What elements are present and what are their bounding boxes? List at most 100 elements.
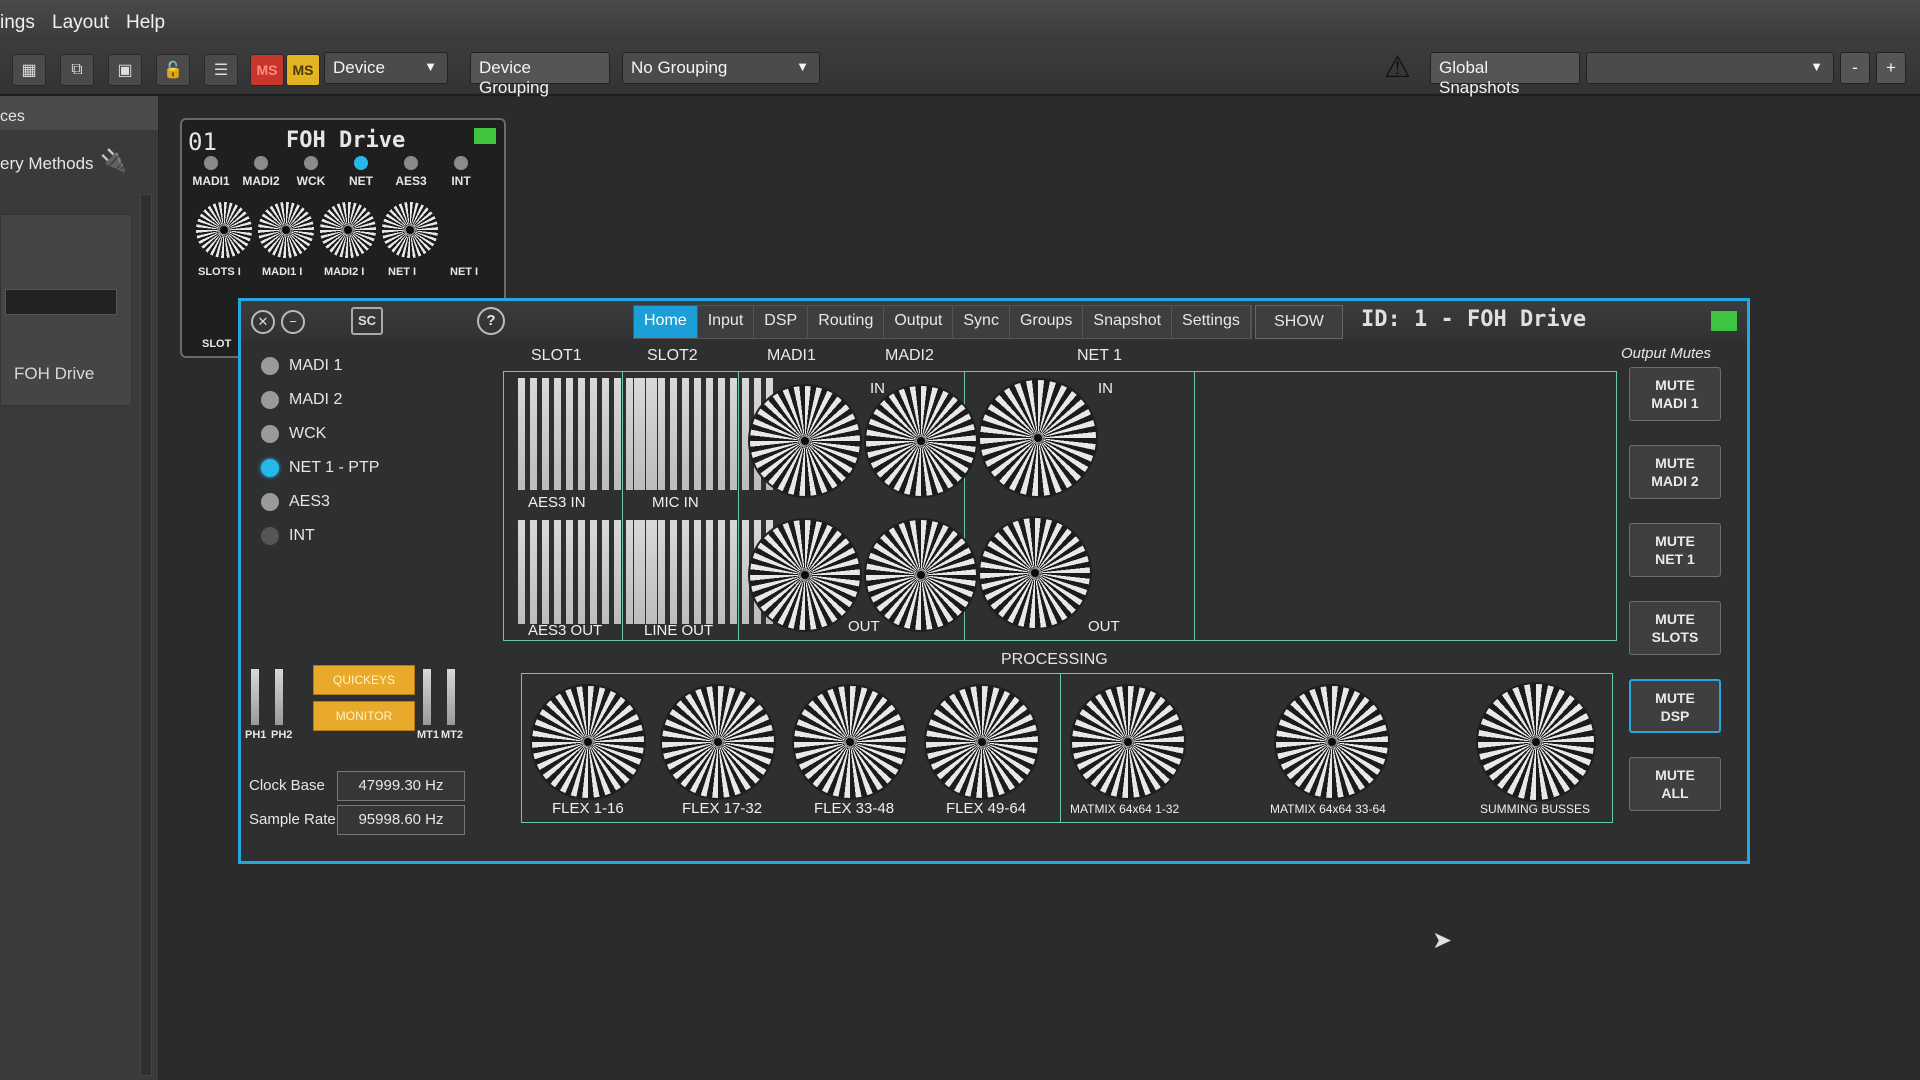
help-icon[interactable]: ?	[477, 307, 505, 335]
close-icon[interactable]: ✕	[251, 310, 275, 334]
ms-yellow-button[interactable]: MS	[286, 54, 320, 86]
list-icon[interactable]: ☰	[204, 54, 238, 86]
device-dropdown[interactable]: Device ▼	[324, 52, 448, 84]
processing-label: FLEX 17-32	[682, 800, 763, 817]
quickeys-button[interactable]: QUICKEYS	[313, 665, 415, 695]
madi1-out-meter[interactable]	[750, 520, 860, 630]
tab-home[interactable]: Home	[634, 306, 698, 338]
meter-bar	[554, 520, 561, 624]
sync-source-item[interactable]: AES3	[261, 493, 330, 511]
tab-dsp[interactable]: DSP	[754, 306, 809, 338]
global-snapshots-button[interactable]: Global Snapshots	[1430, 52, 1580, 97]
sc-button[interactable]: SC	[351, 307, 383, 335]
minimize-icon[interactable]: −	[281, 310, 305, 334]
processing-title: PROCESSING	[1001, 651, 1108, 668]
madi1-in-meter[interactable]	[750, 386, 860, 496]
radio-indicator	[261, 459, 279, 477]
meter-bar	[682, 520, 689, 624]
mute-button-line2: DSP	[1660, 708, 1690, 724]
save-icon[interactable]: ▣	[108, 54, 142, 86]
radio-indicator	[261, 527, 279, 545]
meter-bar	[530, 378, 537, 490]
flex-17-32-meter[interactable]	[662, 686, 774, 798]
meter-bar	[718, 520, 725, 624]
lock-icon[interactable]: 🔓	[156, 54, 190, 86]
output-mutes-title: Output Mutes	[1621, 345, 1712, 362]
meter-label: PH1	[245, 729, 267, 741]
madi2-out-meter[interactable]	[866, 520, 976, 630]
ms-red-button[interactable]: MS	[250, 54, 284, 86]
flex-49-64-meter[interactable]	[926, 686, 1038, 798]
clock-base-label: Clock Base	[249, 777, 325, 794]
snapshot-remove-button[interactable]: -	[1840, 52, 1870, 84]
mini-source-madi2: MADI2	[238, 156, 284, 188]
network-icon[interactable]: ⧉	[60, 54, 94, 86]
matmix-33-64-meter[interactable]	[1276, 686, 1388, 798]
tab-settings[interactable]: Settings	[1172, 306, 1251, 338]
tab-snapshot[interactable]: Snapshot	[1083, 306, 1173, 338]
net1-in-meter[interactable]	[980, 380, 1096, 496]
matmix-1-32-meter[interactable]	[1072, 686, 1184, 798]
snapshot-dropdown[interactable]: ▼	[1586, 52, 1834, 84]
column-header-slot2: SLOT2	[647, 347, 698, 364]
grid-view-icon[interactable]: ▦	[12, 54, 46, 86]
flex-1-16-meter[interactable]	[532, 686, 644, 798]
monitor-button[interactable]: MONITOR	[313, 701, 415, 731]
sync-source-item[interactable]: INT	[261, 527, 315, 545]
mini-meter-madi1	[258, 202, 314, 258]
meter-bar	[730, 520, 737, 624]
madi-in-label: IN	[870, 380, 885, 397]
sync-source-item[interactable]: NET 1 - PTP	[261, 459, 379, 477]
mute-net-1-button[interactable]: MUTE NET 1	[1629, 523, 1721, 577]
mute-all-button[interactable]: MUTE ALL	[1629, 757, 1721, 811]
menu-settings[interactable]: ings	[0, 12, 35, 34]
mt2-meter	[447, 669, 455, 725]
plug-icon[interactable]: 🔌	[100, 148, 127, 174]
menu-help[interactable]: Help	[126, 12, 165, 34]
tab-groups[interactable]: Groups	[1010, 306, 1084, 338]
tab-routing[interactable]: Routing	[808, 306, 885, 338]
meter-bar	[578, 520, 585, 624]
sync-source-item[interactable]: WCK	[261, 425, 326, 443]
processing-label: FLEX 49-64	[946, 800, 1027, 817]
sample-rate-value: 95998.60 Hz	[337, 805, 465, 835]
processing-label: MATMIX 64x64 1-32	[1070, 802, 1180, 816]
sync-source-item[interactable]: MADI 1	[261, 357, 342, 375]
meter-label: PH2	[271, 729, 293, 741]
radio-indicator	[261, 493, 279, 511]
mute-madi-2-button[interactable]: MUTE MADI 2	[1629, 445, 1721, 499]
meter-bar	[670, 520, 677, 624]
discovery-methods-label[interactable]: ery Methods	[0, 154, 94, 174]
mini-knob-label: MADI2 I	[324, 266, 365, 278]
meter-bar	[658, 520, 665, 624]
net1-out-meter[interactable]	[980, 518, 1090, 628]
mute-button-line2: NET 1	[1655, 551, 1695, 567]
mute-slots-button[interactable]: MUTE SLOTS	[1629, 601, 1721, 655]
mute-madi-1-button[interactable]: MUTE MADI 1	[1629, 367, 1721, 421]
menu-bar: ings Layout Help	[0, 0, 1920, 45]
sidebar-scrollbar[interactable]	[140, 194, 152, 1076]
device-grouping-button[interactable]: Device Grouping	[470, 52, 610, 97]
mute-button-line1: MUTE	[1655, 533, 1695, 549]
meter-bar	[634, 378, 641, 490]
summing-busses-meter[interactable]	[1478, 684, 1594, 800]
sync-source-label: AES3	[289, 493, 330, 510]
column-header-madi1: MADI1	[767, 347, 816, 364]
processing-grid: FLEX 1-16 FLEX 17-32 FLEX 33-48 FLEX 49-…	[521, 673, 1613, 823]
device-card-title: FOH Drive	[286, 128, 406, 153]
tab-input[interactable]: Input	[698, 306, 755, 338]
sidebar-header: ces	[0, 96, 158, 130]
menu-layout[interactable]: Layout	[52, 12, 109, 34]
grouping-dropdown[interactable]: No Grouping ▼	[622, 52, 820, 84]
show-button[interactable]: SHOW	[1255, 305, 1343, 339]
meter-bar	[658, 378, 665, 490]
snapshot-add-button[interactable]: +	[1876, 52, 1906, 84]
warning-icon[interactable]: ⚠	[1384, 50, 1411, 85]
flex-33-48-meter[interactable]	[794, 686, 906, 798]
panel-device-id: ID: 1 - FOH Drive	[1361, 307, 1587, 332]
mute-dsp-button[interactable]: MUTE DSP	[1629, 679, 1721, 733]
tab-output[interactable]: Output	[884, 306, 954, 338]
sync-source-item[interactable]: MADI 2	[261, 391, 342, 409]
madi2-in-meter[interactable]	[866, 386, 976, 496]
tab-sync[interactable]: Sync	[953, 306, 1010, 338]
